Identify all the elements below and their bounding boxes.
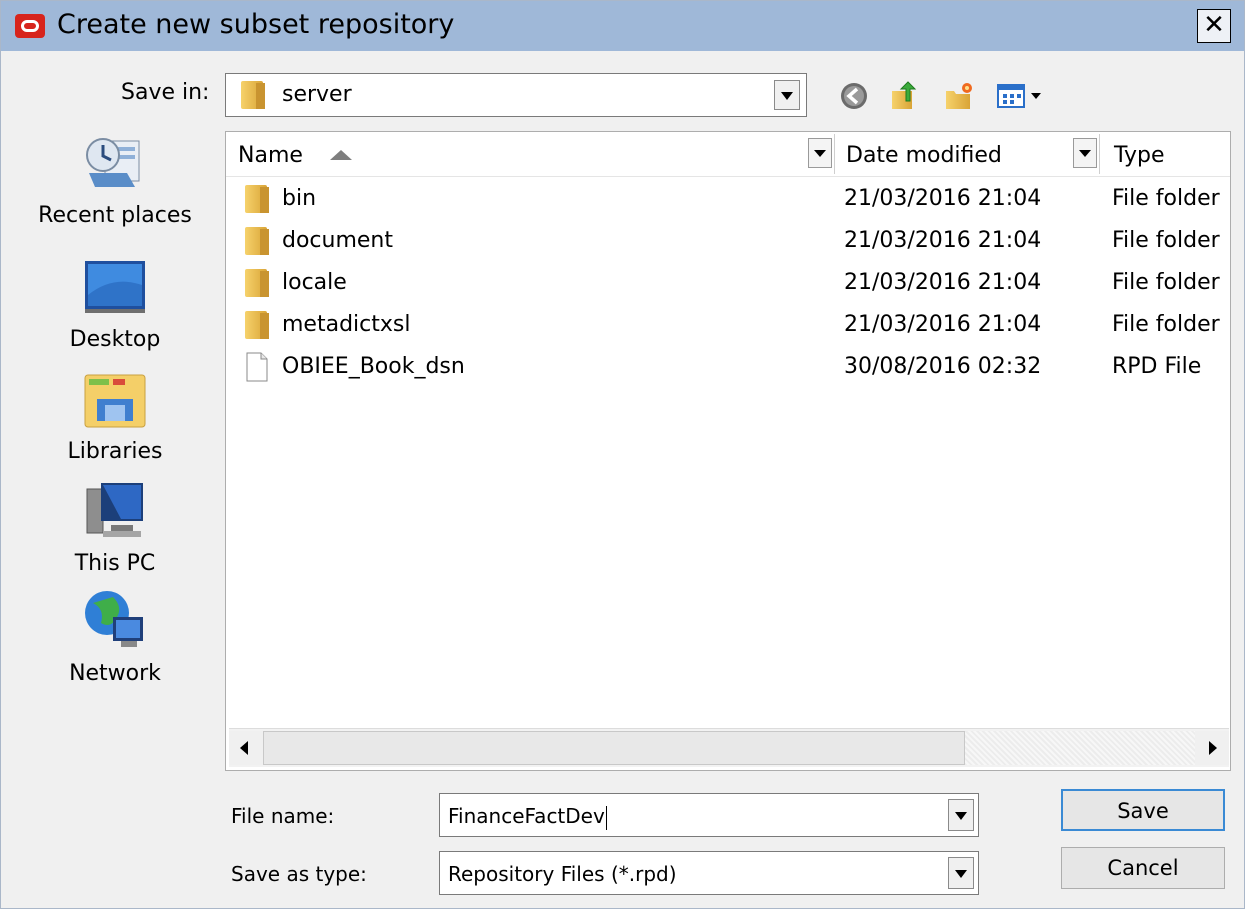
place-label: Network	[69, 661, 161, 686]
save-dialog: Create new subset repository ✕ Save in: …	[0, 0, 1245, 909]
file-name-input[interactable]: FinanceFactDev	[439, 793, 979, 837]
name-filter-dropdown[interactable]	[808, 138, 832, 168]
column-divider	[1099, 134, 1100, 174]
folder-icon	[245, 185, 269, 213]
place-label: Desktop	[69, 327, 161, 352]
sort-ascending-icon	[330, 150, 352, 160]
title-bar[interactable]: Create new subset repository ✕	[1, 1, 1244, 51]
save-as-type-value: Repository Files (*.rpd)	[448, 862, 677, 886]
save-as-type-select[interactable]: Repository Files (*.rpd)	[439, 851, 979, 895]
file-icon	[246, 352, 268, 382]
desktop-icon	[85, 261, 145, 313]
file-row[interactable]: bin 21/03/2016 21:04 File folder	[226, 178, 1230, 220]
file-row[interactable]: OBIEE_Book_dsn 30/08/2016 02:32 RPD File	[226, 346, 1230, 388]
save-in-label: Save in:	[121, 80, 210, 105]
file-list[interactable]: Name Date modified Type bin 21/03/2016 2…	[225, 131, 1231, 771]
file-name-value: FinanceFactDev	[448, 804, 607, 830]
file-type: File folder	[1112, 312, 1220, 337]
view-menu-icon[interactable]	[996, 81, 1052, 111]
folder-icon	[245, 269, 269, 297]
file-name: document	[282, 228, 393, 253]
save-as-type-label: Save as type:	[231, 862, 367, 886]
chevron-down-icon[interactable]	[948, 799, 974, 831]
date-filter-dropdown[interactable]	[1073, 138, 1097, 168]
chevron-down-icon[interactable]	[948, 857, 974, 889]
up-folder-icon[interactable]	[889, 81, 919, 111]
file-date: 30/08/2016 02:32	[844, 354, 1042, 379]
back-icon[interactable]	[839, 81, 869, 111]
place-label: This PC	[74, 551, 156, 576]
save-in-dropdown[interactable]: server	[225, 73, 807, 117]
file-date: 21/03/2016 21:04	[844, 270, 1042, 295]
file-name: OBIEE_Book_dsn	[282, 354, 465, 379]
chevron-down-icon[interactable]	[774, 80, 800, 110]
save-in-value: server	[282, 82, 352, 107]
recent-places-icon	[86, 138, 140, 187]
place-desktop[interactable]: Desktop	[25, 255, 205, 352]
file-date: 21/03/2016 21:04	[844, 312, 1042, 337]
place-libraries[interactable]: Libraries	[25, 367, 205, 464]
file-name: locale	[282, 270, 347, 295]
scroll-right-icon[interactable]	[1195, 731, 1229, 765]
save-button[interactable]: Save	[1061, 789, 1225, 831]
file-name: bin	[282, 186, 317, 211]
folder-icon	[241, 81, 265, 109]
file-type: RPD File	[1112, 354, 1202, 379]
file-name: metadictxsl	[282, 312, 411, 337]
column-name[interactable]: Name	[238, 132, 303, 176]
network-icon	[85, 591, 143, 647]
place-label: Libraries	[67, 439, 163, 464]
place-label: Recent places	[38, 203, 192, 228]
close-button[interactable]: ✕	[1197, 9, 1231, 43]
file-type: File folder	[1112, 228, 1220, 253]
file-row[interactable]: metadictxsl 21/03/2016 21:04 File folder	[226, 304, 1230, 346]
place-recent-places[interactable]: Recent places	[25, 131, 205, 228]
file-row[interactable]: locale 21/03/2016 21:04 File folder	[226, 262, 1230, 304]
place-this-pc[interactable]: This PC	[25, 479, 205, 576]
close-icon: ✕	[1203, 10, 1225, 40]
column-type[interactable]: Type	[1114, 132, 1165, 176]
scroll-left-icon[interactable]	[229, 731, 263, 765]
new-folder-icon[interactable]	[944, 81, 974, 111]
column-date-modified[interactable]: Date modified	[846, 132, 1002, 176]
file-date: 21/03/2016 21:04	[844, 186, 1042, 211]
file-type: File folder	[1112, 270, 1220, 295]
folder-icon	[245, 311, 269, 339]
place-network[interactable]: Network	[25, 589, 205, 686]
cancel-button[interactable]: Cancel	[1061, 847, 1225, 889]
window-title: Create new subset repository	[57, 9, 455, 40]
libraries-icon	[84, 374, 146, 428]
file-name-label: File name:	[231, 804, 335, 828]
oracle-app-icon	[15, 14, 45, 38]
horizontal-scrollbar[interactable]	[229, 728, 1229, 767]
this-pc-icon	[86, 483, 143, 537]
scroll-thumb[interactable]	[263, 731, 965, 765]
file-type: File folder	[1112, 186, 1220, 211]
folder-icon	[245, 227, 269, 255]
column-header: Name Date modified Type	[226, 132, 1230, 177]
column-divider	[834, 134, 835, 174]
file-row[interactable]: document 21/03/2016 21:04 File folder	[226, 220, 1230, 262]
file-date: 21/03/2016 21:04	[844, 228, 1042, 253]
